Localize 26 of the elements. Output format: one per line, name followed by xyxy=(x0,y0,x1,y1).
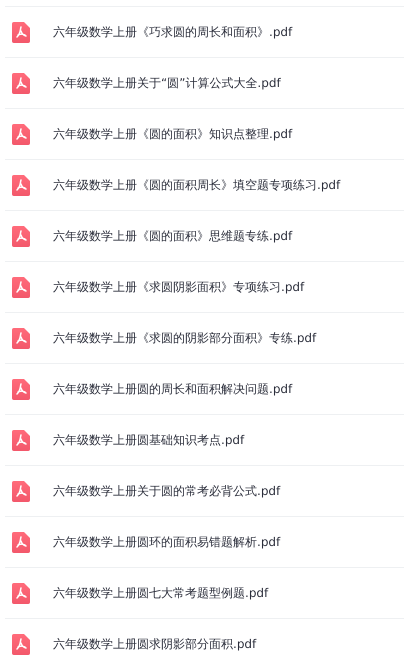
pdf-file-icon xyxy=(12,22,30,42)
pdf-file-icon xyxy=(12,328,30,348)
file-name[interactable]: 六年级数学上册圆的周长和面积解决问题.pdf xyxy=(53,380,292,398)
pdf-file-icon xyxy=(12,582,30,604)
pdf-file-icon xyxy=(12,532,30,552)
file-name[interactable]: 六年级数学上册关于“圆”计算公式大全.pdf xyxy=(53,74,281,92)
file-name[interactable]: 六年级数学上册《圆的面积》思维题专练.pdf xyxy=(53,228,292,244)
file-name[interactable]: 六年级数学上册《圆的面积》知识点整理.pdf xyxy=(53,126,292,142)
pdf-file-icon xyxy=(12,276,30,298)
file-name[interactable]: 六年级数学上册《求圆的阴影部分面积》专练.pdf xyxy=(53,330,316,346)
pdf-file-icon xyxy=(12,430,30,450)
file-name[interactable]: 六年级数学上册圆基础知识考点.pdf xyxy=(53,432,244,448)
file-name[interactable]: 六年级数学上册圆环的面积易错题解析.pdf xyxy=(53,534,280,550)
file-name[interactable]: 六年级数学上册《巧求圆的周长和面积》.pdf xyxy=(53,24,292,40)
file-name[interactable]: 六年级数学上册圆求阴影部分面积.pdf xyxy=(53,636,256,652)
file-name[interactable]: 六年级数学上册《求圆阴影面积》专项练习.pdf xyxy=(53,278,304,296)
file-name[interactable]: 六年级数学上册《圆的面积周长》填空题专项练习.pdf xyxy=(53,176,340,194)
pdf-file-icon xyxy=(12,174,30,196)
pdf-file-icon xyxy=(12,226,30,246)
pdf-file-icon xyxy=(12,480,30,502)
pdf-file-icon xyxy=(12,378,30,400)
pdf-file-icon xyxy=(12,72,30,94)
pdf-file-icon xyxy=(12,124,30,144)
file-name[interactable]: 六年级数学上册圆七大常考题型例题.pdf xyxy=(53,584,268,602)
pdf-file-icon xyxy=(12,634,30,654)
file-name[interactable]: 六年级数学上册关于圆的常考必背公式.pdf xyxy=(53,482,280,500)
